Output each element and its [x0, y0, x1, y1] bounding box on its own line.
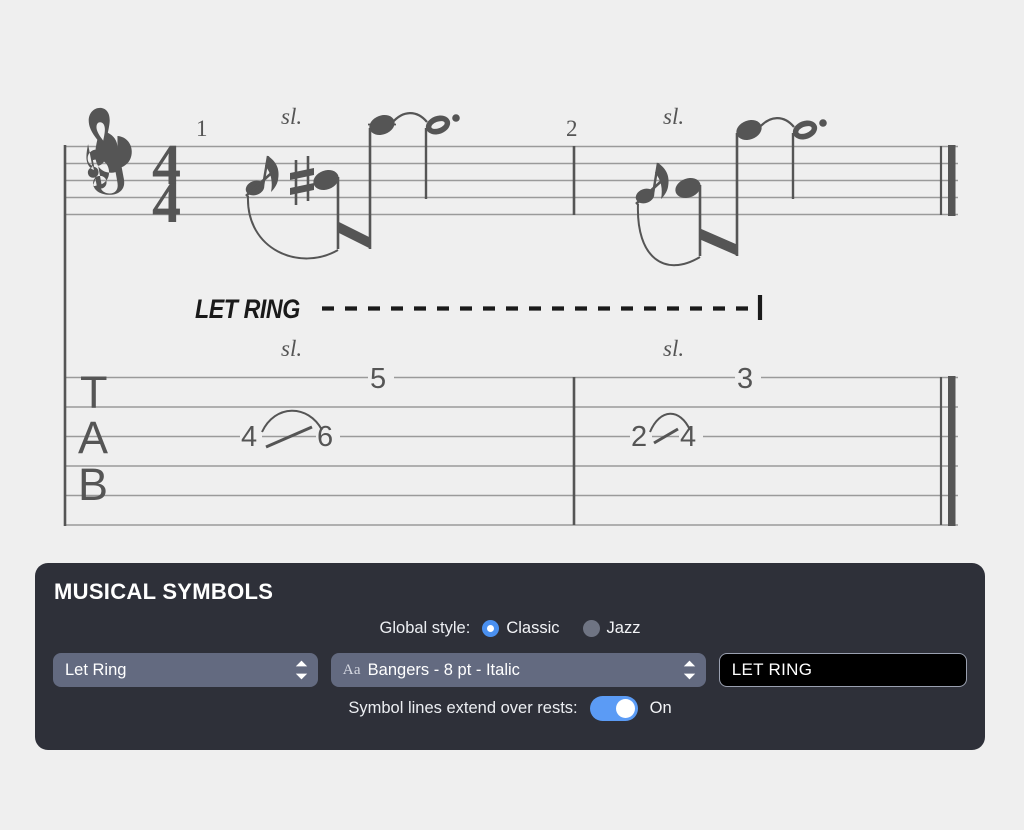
app-root: .sl { stroke:#9a9a9a; stroke-width:1.4; …: [0, 0, 1024, 830]
slur-2: [636, 203, 701, 267]
radio-option-classic[interactable]: Classic: [482, 619, 560, 638]
tab-number: 5: [370, 363, 386, 395]
extend-over-rests-label: Symbol lines extend over rests:: [348, 699, 578, 717]
svg-text:T: T: [80, 367, 108, 418]
slide-label-1: sl.: [281, 104, 302, 129]
stepper-chevrons-icon[interactable]: [295, 660, 308, 680]
note-2a: [675, 178, 702, 256]
measure-2-treble: 2 sl.: [566, 104, 827, 267]
tab-number: 2: [631, 421, 647, 453]
note-2b: [735, 120, 762, 256]
radio-button-classic-icon[interactable]: [482, 620, 500, 637]
extend-over-rests-state: On: [649, 699, 672, 717]
let-ring-marking: LET RING: [195, 294, 763, 324]
measure-number-1: 1: [196, 116, 208, 141]
note-1a: [313, 170, 340, 249]
panel-title: MUSICAL SYMBOLS: [54, 579, 274, 604]
measure-1-treble: 1 sl.: [196, 104, 460, 260]
treble-staff-lines: [64, 145, 958, 216]
symbol-text-input[interactable]: LET RING: [718, 653, 967, 687]
font-preview-aa-icon: Aa: [342, 661, 361, 678]
beam-2: [699, 228, 738, 256]
radio-button-jazz-icon[interactable]: [582, 620, 600, 637]
slide-label-2: sl.: [663, 104, 684, 129]
measure-2-tab: sl. 2 4 3: [630, 336, 761, 453]
grace-note-2: [635, 162, 669, 205]
toggle-knob: [615, 699, 635, 718]
treble-clef-icon: [86, 107, 132, 195]
extend-over-rests-row: Symbol lines extend over rests: On: [35, 696, 985, 721]
slide-label-tab-2: sl.: [663, 336, 684, 361]
symbol-text-value: LET RING: [731, 660, 813, 679]
note-1c: [424, 114, 460, 199]
time-signature: 4 4: [152, 132, 181, 235]
measure-number-2: 2: [566, 116, 578, 141]
radio-option-jazz[interactable]: Jazz: [582, 619, 641, 638]
global-style-row: Global style: Classic Jazz: [35, 619, 985, 638]
tab-staff-lines: [64, 376, 958, 526]
extend-over-rests-toggle[interactable]: [589, 696, 638, 721]
slide-label-tab-1: sl.: [281, 336, 302, 361]
score-canvas[interactable]: .sl { stroke:#9a9a9a; stroke-width:1.4; …: [0, 0, 1024, 555]
tab-number: 3: [737, 363, 753, 395]
note-2c: [791, 119, 827, 199]
musical-symbols-panel: MUSICAL SYMBOLS Global style: Classic Ja…: [35, 563, 985, 750]
svg-text:4: 4: [152, 170, 181, 235]
global-style-label: Global style:: [379, 619, 471, 637]
tab-number: 4: [241, 421, 257, 453]
global-style-radio-group: Classic Jazz: [482, 619, 640, 638]
symbol-type-select[interactable]: Let Ring: [53, 653, 318, 687]
symbol-type-value: Let Ring: [65, 660, 127, 679]
slur-1: [246, 195, 339, 260]
tab-clef-label: T A B: [78, 367, 108, 510]
beam-1: [337, 221, 371, 249]
final-barline-tab: [939, 376, 956, 526]
radio-label-classic: Classic: [506, 619, 560, 637]
tie-1: [391, 112, 428, 124]
symbol-font-value: Bangers - 8 pt - Italic: [367, 660, 520, 679]
radio-label-jazz: Jazz: [606, 619, 641, 637]
measure-1-tab: sl. 4 6 5: [240, 336, 394, 453]
symbol-font-select[interactable]: Aa Bangers - 8 pt - Italic: [330, 653, 706, 687]
tie-2: [758, 117, 795, 129]
symbol-controls-row: Let Ring Aa Bangers - 8 pt - Italic LET …: [53, 653, 967, 687]
let-ring-text: LET RING: [195, 294, 300, 324]
stepper-chevrons-icon[interactable]: [683, 660, 696, 680]
svg-text:B: B: [78, 459, 108, 510]
svg-text:A: A: [78, 412, 108, 463]
grace-note-1: [245, 155, 279, 197]
